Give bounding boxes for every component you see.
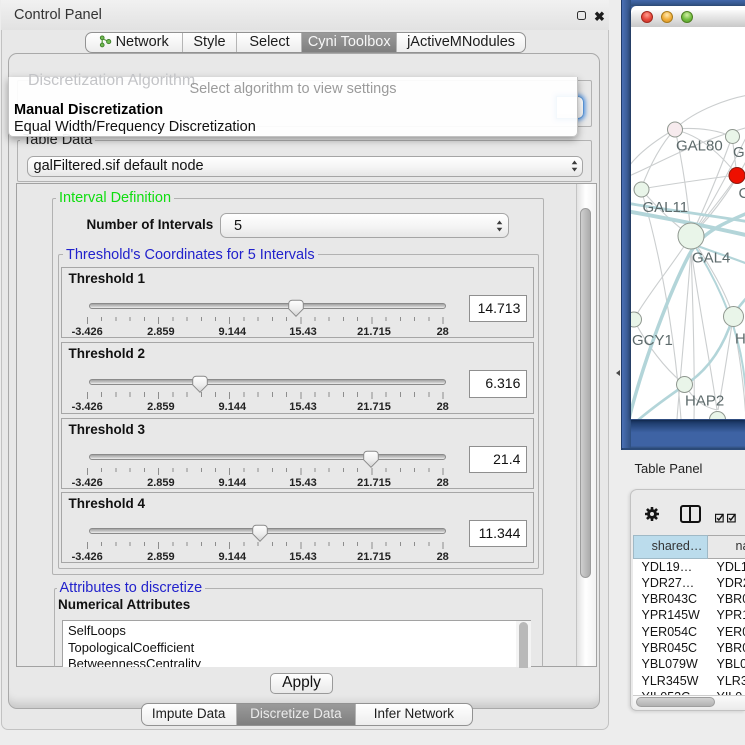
svg-text:HAP2: HAP2 — [685, 393, 724, 410]
svg-text:H: H — [735, 331, 745, 348]
svg-text:G.: G. — [733, 144, 745, 161]
svg-text:GCY1: GCY1 — [632, 332, 673, 349]
svg-text:GAL4: GAL4 — [692, 250, 730, 267]
svg-text:GAL80: GAL80 — [676, 138, 723, 155]
svg-text:GAL11: GAL11 — [643, 199, 689, 216]
svg-text:C: C — [739, 185, 745, 202]
